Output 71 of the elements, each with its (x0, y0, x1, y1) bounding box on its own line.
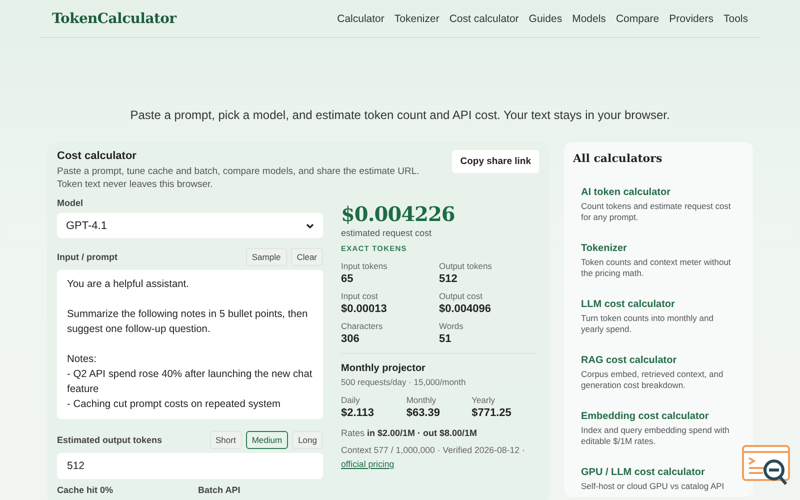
model-select[interactable]: GPT-4.1 (57, 213, 323, 238)
sidebar-title: All calculators (573, 152, 664, 165)
setting-label: Cache hit 0% (57, 485, 114, 495)
sidebar-tool-link[interactable]: AI token calculator (581, 187, 670, 198)
projection-label: Daily (341, 395, 361, 405)
prompt-text-line: - Caching cut prompt costs on repeated system (67, 398, 282, 412)
prompt-text-line: Summarize the following notes in 5 bullet points, then suggest one follow-up question. (67, 308, 309, 337)
sidebar-tool-link[interactable]: GPU / LLM cost calculator (581, 467, 705, 478)
stat-value: $0.004096 (439, 303, 492, 315)
projector-subtitle: 500 requests/day · 15,000/month (341, 377, 467, 387)
context-text: Context 577 / 1,000,000 · Verified 2026-08-12 · official pricing (341, 444, 526, 471)
calculator-description: Paste a prompt, tune cache and batch, compare models, and share the estimate URL. (57, 166, 420, 177)
prompt-label: Input / prompt (57, 252, 118, 262)
nav-link[interactable]: Cost calculator (449, 12, 519, 24)
privacy-note: Token text never leaves this browser. (57, 179, 214, 190)
calculator-description: Index and query embedding spend with editable $/1M rates. (581, 425, 730, 447)
stat-label: Input cost (341, 291, 379, 301)
nav-link[interactable]: Calculator (337, 12, 384, 24)
nav-link[interactable]: Tokenizer (394, 12, 440, 24)
projection-value: $63.39 (406, 407, 441, 419)
calculator-description: Corpus embed, retrieved context, and generation cost breakdown. (581, 369, 724, 391)
stat-value: 512 (439, 273, 458, 285)
stat-label: Words (439, 321, 464, 331)
official-pricing-link[interactable]: official pricing (341, 459, 394, 469)
stat-value: 306 (341, 333, 360, 345)
prompt-text-line: You are a helpful assistant. (67, 278, 190, 292)
stat-value: $0.00013 (341, 303, 388, 315)
sidebar-tool-link[interactable]: LLM cost calculator (581, 299, 675, 310)
total-caption: estimated request cost (341, 228, 433, 238)
prompt-action-button[interactable]: Sample (246, 248, 287, 266)
nav-link[interactable]: Providers (669, 12, 714, 24)
calculator-description: Token counts and context meter without the pricing math. (581, 257, 732, 279)
nav-link[interactable]: Compare (616, 12, 660, 24)
projection-label: Yearly (472, 395, 496, 405)
output-tokens-label: Estimated output tokens (57, 435, 162, 445)
nav-link[interactable]: Models (572, 12, 606, 24)
calculator-title: Cost calculator (57, 150, 138, 162)
length-preset-button[interactable]: Long (292, 431, 323, 449)
sidebar-tool-link[interactable]: Embedding cost calculator (581, 411, 709, 422)
projection-value: $771.25 (472, 407, 512, 419)
stat-label: Output tokens (439, 261, 493, 271)
rates-text: Rates in $2.00/1M · out $8.00/1M (341, 428, 478, 438)
chevron-down-icon (306, 222, 314, 228)
prompt-action-button[interactable]: Clear (290, 248, 323, 266)
projection-label: Monthly (406, 395, 438, 405)
calculator-description: Self-host or cloud GPU vs catalog API (581, 481, 726, 492)
nav-link[interactable]: Guides (528, 12, 562, 24)
stat-label: Input tokens (341, 261, 388, 271)
setting-label: Batch API (198, 485, 240, 495)
projector-title: Monthly projector (341, 363, 426, 374)
model-label: Model (57, 198, 84, 208)
length-preset-button[interactable]: Medium (246, 431, 288, 449)
length-preset-button[interactable]: Short (210, 431, 242, 449)
projection-value: $2.113 (341, 407, 376, 419)
sidebar-tool-link[interactable]: RAG cost calculator (581, 355, 677, 366)
stat-value: 51 (439, 333, 452, 345)
total-cost: $0.004226 (341, 202, 456, 226)
prompt-text-line: Notes: (67, 353, 98, 367)
stat-label: Output cost (439, 291, 484, 301)
nav-link[interactable]: Tools (723, 12, 748, 24)
prompt-text-line: - Q2 API spend rose 40% after launching the new chat feature (67, 368, 313, 397)
stat-label: Characters (341, 321, 384, 331)
tagline: Paste a prompt, pick a model, and estimate token count and API cost. Your text stays in your browser. (129, 108, 671, 122)
calculator-description: Turn token counts into monthly and yearly spend. (581, 313, 714, 335)
stat-value: 65 (341, 273, 354, 285)
sidebar-tool-link[interactable]: Tokenizer (581, 243, 627, 254)
calculator-description: Count tokens and estimate request cost for any prompt. (581, 201, 732, 223)
search-window-icon[interactable] (741, 444, 791, 488)
site-logo[interactable]: TokenCalculator (52, 10, 176, 26)
copy-share-link-button[interactable]: Copy share link (452, 150, 539, 173)
output-tokens-input[interactable]: 512 (57, 453, 323, 479)
